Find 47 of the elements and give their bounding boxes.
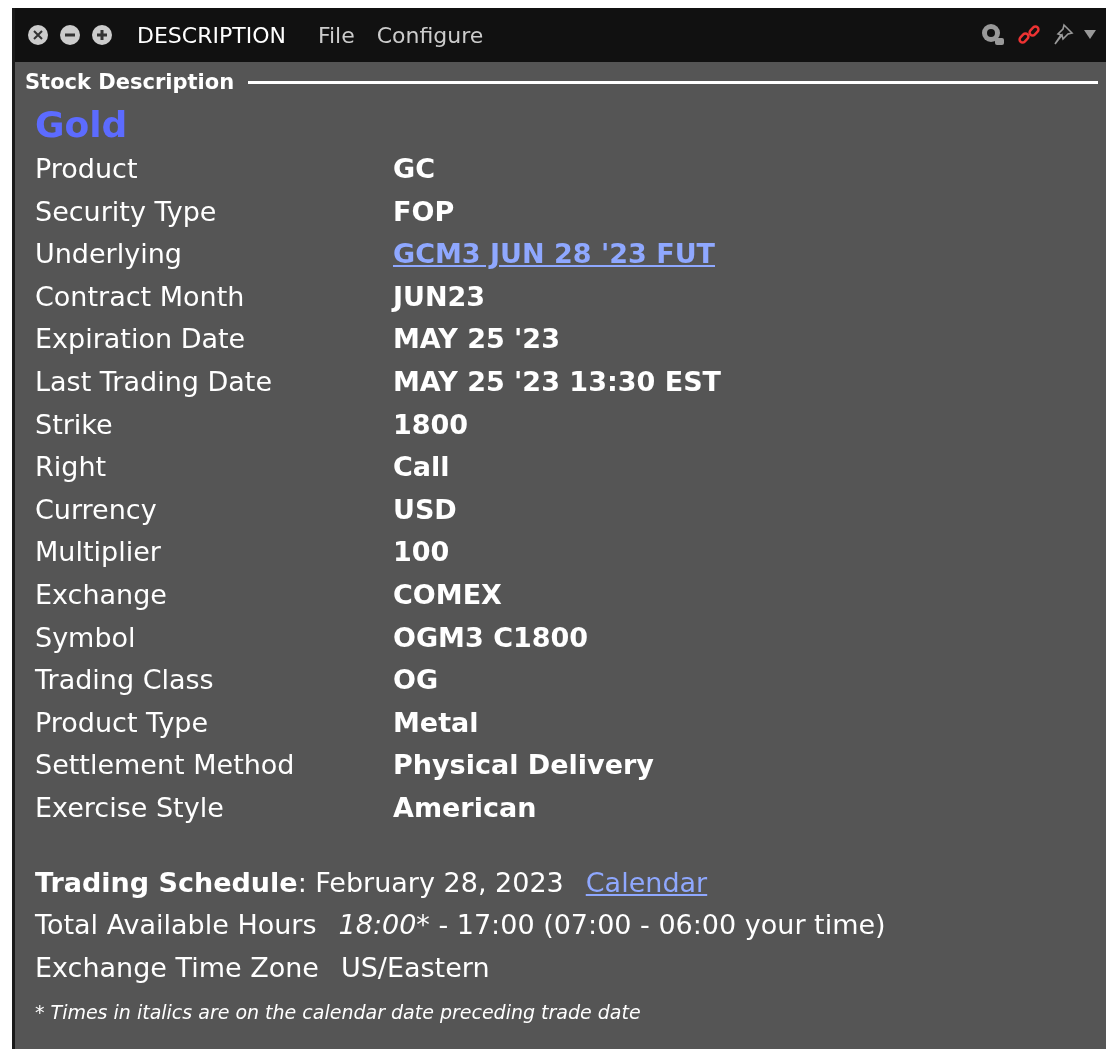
field-value: GC: [393, 152, 436, 186]
footnote: * Times in italics are on the calendar date preceding trade date: [35, 1000, 642, 1026]
field-value: COMEX: [393, 577, 503, 612]
caret-icon[interactable]: [1084, 30, 1096, 40]
schedule-heading: Trading Schedule: February 28, 2023: [35, 865, 564, 900]
field-label: Strike: [35, 407, 114, 442]
field-label: Multiplier: [35, 535, 162, 570]
pin-icon[interactable]: [1052, 23, 1074, 47]
field-label: Product Type: [35, 705, 210, 740]
time-zone-label: Exchange Time Zone: [35, 950, 319, 985]
field-value: OGM3 C1800: [393, 620, 590, 655]
field-value: OG: [393, 663, 440, 698]
field-label: Exercise Style: [35, 790, 225, 825]
field-value: Call: [393, 450, 451, 485]
field-label: Contract Month: [35, 279, 246, 314]
hours-value: 18:00* - 17:00 (07:00 - 06:00 your time): [338, 908, 886, 943]
field-value: 100: [393, 535, 451, 570]
field-label: Right: [35, 450, 108, 485]
field-value: USD: [393, 492, 458, 527]
field-value: American: [393, 790, 538, 825]
field-label: Currency: [35, 492, 158, 527]
field-value: 1800: [393, 407, 470, 442]
time-zone-value: US/Eastern: [340, 950, 490, 985]
field-label: Exchange: [35, 577, 168, 612]
field-label: Underlying: [35, 237, 183, 272]
field-value: Metal: [393, 705, 480, 740]
section-title: Stock Description: [25, 70, 235, 94]
field-value: JUN23: [393, 279, 487, 314]
instrument-name: Gold: [35, 103, 129, 147]
menu-item[interactable]: File: [317, 22, 355, 48]
field-label: Trading Class: [35, 663, 215, 698]
field-value: MAY 25 '23 13:30 EST: [393, 364, 721, 399]
field-label: Expiration Date: [35, 322, 247, 357]
field-label: Last Trading Date: [35, 364, 273, 399]
field-label: Security Type: [35, 194, 218, 229]
minimize-icon[interactable]: [59, 24, 81, 46]
field-label: Symbol: [35, 620, 137, 655]
field-value: FOP: [393, 194, 456, 229]
maximize-icon[interactable]: [91, 24, 113, 46]
field-value: Physical Delivery: [393, 748, 655, 783]
field-label: Settlement Method: [35, 748, 296, 783]
window-title: DESCRIPTION: [137, 22, 286, 48]
hours-label: Total Available Hours: [35, 908, 317, 943]
close-icon[interactable]: [27, 24, 49, 46]
menu-item[interactable]: Configure: [376, 22, 484, 48]
field-value: MAY 25 '23: [393, 322, 561, 357]
field-label: Product: [35, 152, 139, 186]
